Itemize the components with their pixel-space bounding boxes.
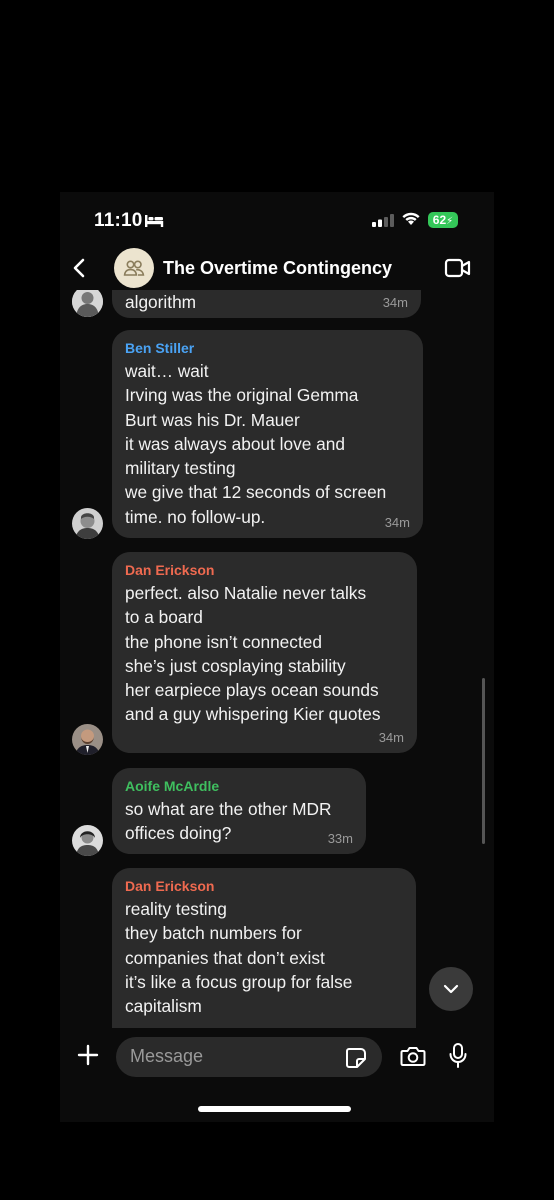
avatar[interactable] bbox=[72, 825, 103, 856]
video-call-icon[interactable] bbox=[444, 257, 472, 284]
chat-title[interactable]: The Overtime Contingency bbox=[163, 258, 392, 279]
battery-icon: 62⚡ bbox=[428, 212, 458, 228]
message-line: capitalism bbox=[125, 996, 202, 1017]
message-line: time. no follow-up. bbox=[125, 506, 266, 527]
message-line: the phone isn’t connected bbox=[125, 631, 322, 652]
chat-header: The Overtime Contingency bbox=[60, 244, 494, 292]
message-line: reality testing bbox=[125, 899, 227, 919]
message-line: perfect. also Natalie never talks bbox=[125, 583, 367, 603]
plus-icon[interactable] bbox=[75, 1042, 101, 1073]
message-line: they batch numbers for bbox=[125, 923, 302, 944]
message-line: her earpiece plays ocean sounds bbox=[125, 680, 379, 701]
message-bubble[interactable]: Aoife McArdle so what are the other MDR … bbox=[112, 768, 366, 854]
sender-name: Dan Erickson bbox=[125, 562, 215, 578]
group-avatar-icon[interactable] bbox=[114, 248, 154, 288]
wifi-icon bbox=[401, 211, 421, 231]
sticker-icon[interactable] bbox=[344, 1046, 368, 1075]
message-bubble[interactable]: Dan Erickson reality testing they batch … bbox=[112, 868, 416, 1028]
message-bubble[interactable]: Ben Stiller wait… wait Irving was the or… bbox=[112, 330, 423, 538]
message-line: she’s just cosplaying stability bbox=[125, 655, 346, 676]
back-icon[interactable] bbox=[66, 254, 94, 282]
message-line: military testing bbox=[125, 458, 236, 479]
message-text: reality testing they batch numbers for c… bbox=[125, 897, 403, 1028]
message-bubble[interactable]: Dan Erickson perfect. also Natalie never… bbox=[112, 552, 417, 753]
message-line: Irving was the original Gemma bbox=[125, 385, 359, 406]
microphone-icon[interactable] bbox=[448, 1042, 468, 1075]
message-line: Burt was his Dr. Mauer bbox=[125, 409, 300, 430]
message-line: to a board bbox=[125, 607, 203, 628]
message-text: so what are the other MDR offices doing? bbox=[125, 797, 353, 846]
avatar[interactable] bbox=[72, 290, 103, 317]
phone-screen: 11:10 62⚡ The Overtime Contingency algor… bbox=[60, 192, 494, 1122]
status-time: 11:10 bbox=[94, 210, 143, 231]
message-time: 34m bbox=[378, 730, 404, 745]
sender-name: Ben Stiller bbox=[125, 340, 195, 356]
battery-level: 62 bbox=[432, 213, 447, 227]
sender-name: Aoife McArdle bbox=[125, 778, 220, 794]
message-bubble[interactable]: algorithm 34m bbox=[112, 290, 421, 318]
message-line: and a guy whispering Kier quotes bbox=[125, 704, 381, 725]
message-placeholder: Message bbox=[130, 1046, 204, 1066]
message-text: wait… wait Irving was the original Gemma… bbox=[125, 359, 410, 529]
message-text: perfect. also Natalie never talks to a b… bbox=[125, 581, 404, 727]
message-line: we give that 12 seconds of screen bbox=[125, 482, 387, 503]
message-list[interactable]: algorithm 34m Ben Stiller wait… wait Irv… bbox=[60, 290, 494, 1028]
scroll-down-button[interactable] bbox=[429, 967, 473, 1011]
sender-name: Dan Erickson bbox=[125, 878, 215, 894]
message-text: algorithm bbox=[125, 292, 197, 312]
message-line: … bbox=[125, 1018, 403, 1028]
message-line: so what are the other MDR bbox=[125, 799, 332, 819]
avatar[interactable] bbox=[72, 724, 103, 755]
message-input[interactable]: Message bbox=[116, 1037, 382, 1077]
bed-icon bbox=[144, 214, 164, 233]
status-bar: 11:10 62⚡ bbox=[60, 192, 494, 244]
message-time: 33m bbox=[327, 831, 353, 846]
message-line: offices doing? bbox=[125, 823, 232, 844]
camera-icon[interactable] bbox=[400, 1045, 426, 1072]
message-line: wait… wait bbox=[125, 361, 209, 381]
scrollbar[interactable] bbox=[482, 678, 485, 844]
message-time: 34m bbox=[382, 295, 408, 310]
message-line: it was always about love and bbox=[125, 433, 345, 454]
avatar[interactable] bbox=[72, 508, 103, 539]
message-line: it’s like a focus group for false bbox=[125, 971, 353, 992]
message-composer: Message bbox=[60, 1028, 494, 1088]
home-indicator[interactable] bbox=[198, 1106, 351, 1112]
message-line: companies that don’t exist bbox=[125, 947, 325, 968]
message-time: 34m bbox=[384, 515, 410, 530]
signal-icon bbox=[372, 214, 394, 232]
